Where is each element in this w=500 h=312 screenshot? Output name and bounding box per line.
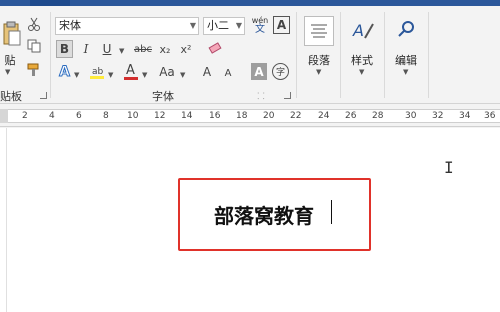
styles-dropdown-icon[interactable]: ▼: [359, 68, 364, 76]
text-cursor: [331, 200, 332, 224]
shrink-font-button[interactable]: A: [221, 65, 235, 81]
group-divider: [428, 12, 429, 98]
change-case-button[interactable]: Aa: [156, 63, 178, 81]
ruler-number: 10: [127, 111, 139, 121]
italic-button[interactable]: I: [78, 40, 94, 58]
font-name-dropdown-icon[interactable]: ▼: [190, 18, 196, 34]
ruler-number: 4: [49, 111, 55, 121]
character-shading-button[interactable]: A: [251, 63, 267, 80]
group-divider: [296, 12, 297, 98]
font-color-button[interactable]: A: [122, 63, 139, 81]
character-border-button[interactable]: A: [273, 16, 290, 34]
font-name-value: 宋体: [59, 19, 81, 32]
strikethrough-button[interactable]: abc: [132, 40, 154, 58]
ruler-number: 12: [154, 111, 166, 121]
paste-label[interactable]: 贴: [0, 52, 20, 68]
underline-dropdown-icon[interactable]: ▼: [119, 47, 124, 55]
find-icon[interactable]: [393, 16, 419, 42]
styles-label[interactable]: 样式: [345, 52, 379, 68]
paragraph-dropdown-icon[interactable]: ▼: [316, 68, 321, 76]
ruler-number: 32: [432, 111, 444, 121]
ruler-number: 16: [209, 111, 221, 121]
horizontal-ruler[interactable]: 2 4 6 8 10 12 14 16 18 20 22 24 26 28 30…: [0, 105, 500, 127]
document-text[interactable]: 部落窝教育: [214, 200, 314, 229]
ruler-number: 34: [459, 111, 471, 121]
font-name-input[interactable]: 宋体 ▼: [55, 17, 199, 35]
paste-icon[interactable]: [0, 20, 22, 50]
styles-icon[interactable]: A: [349, 16, 377, 44]
ibeam-cursor-icon: I: [444, 158, 454, 177]
paragraph-label[interactable]: 段落: [302, 52, 336, 68]
phonetic-guide-button[interactable]: wén 文: [250, 14, 270, 36]
phonetic-guide-bottom: 文: [255, 24, 265, 35]
font-group-label: 字体: [152, 90, 174, 103]
ruler-number: 26: [345, 111, 357, 121]
grow-font-button[interactable]: A: [199, 63, 215, 81]
copy-icon[interactable]: [26, 38, 42, 54]
svg-text:ab: ab: [92, 67, 104, 77]
group-divider: [340, 12, 341, 98]
editing-dropdown-icon[interactable]: ▼: [403, 68, 408, 76]
ruler-number: 36: [484, 111, 496, 121]
ruler-number: 24: [318, 111, 330, 121]
font-size-value: 小二: [207, 19, 229, 32]
ribbon: 贴 ▼ 贴板 宋体 ▼ 小二 ▼ wén 文 A B I U ▼ abc x₂ …: [0, 6, 500, 104]
page-edge: [6, 128, 7, 312]
paragraph-icon[interactable]: [304, 16, 334, 46]
highlight-color-icon[interactable]: ab: [88, 63, 106, 81]
enclose-characters-button[interactable]: 字: [272, 63, 289, 80]
paste-dropdown-icon[interactable]: ▼: [5, 68, 10, 76]
font-size-dropdown-icon[interactable]: ▼: [236, 18, 242, 34]
svg-text:A: A: [352, 21, 364, 40]
ruler-number: 20: [263, 111, 275, 121]
ruler-margin-left: [0, 109, 8, 123]
clipboard-launcher-icon[interactable]: [40, 92, 47, 99]
font-launcher-icon[interactable]: [284, 92, 291, 99]
format-painter-icon[interactable]: [26, 62, 42, 78]
bold-button[interactable]: B: [56, 40, 73, 58]
ruler-number: 18: [236, 111, 248, 121]
subscript-button[interactable]: x₂: [157, 40, 173, 58]
group-divider: [384, 12, 385, 98]
change-case-dropdown-icon[interactable]: ▼: [180, 71, 185, 79]
ruler-number: 30: [405, 111, 417, 121]
more-icon: ⸬: [257, 91, 265, 102]
font-color-bar: [123, 77, 138, 80]
text-effects-dropdown-icon[interactable]: ▼: [74, 71, 79, 79]
cut-icon[interactable]: [26, 16, 42, 32]
ruler-number: 8: [103, 111, 109, 121]
clipboard-group-label: 贴板: [0, 90, 22, 103]
ruler-number: 14: [181, 111, 193, 121]
group-divider: [50, 12, 51, 98]
editing-label[interactable]: 编辑: [389, 52, 423, 68]
clear-formatting-icon[interactable]: [206, 40, 224, 58]
superscript-button[interactable]: x²: [178, 40, 194, 58]
ruler-number: 28: [372, 111, 384, 121]
ruler-number: 2: [22, 111, 28, 121]
ruler-number: 6: [76, 111, 82, 121]
font-color-dropdown-icon[interactable]: ▼: [142, 71, 147, 79]
font-color-letter: A: [126, 63, 135, 78]
underline-button[interactable]: U: [99, 40, 115, 58]
text-effects-button[interactable]: A: [56, 63, 73, 81]
ruler-number: 22: [290, 111, 302, 121]
highlight-dropdown-icon[interactable]: ▼: [108, 71, 113, 79]
document-page[interactable]: 部落窝教育 I: [0, 128, 500, 312]
font-size-input[interactable]: 小二 ▼: [203, 17, 245, 35]
